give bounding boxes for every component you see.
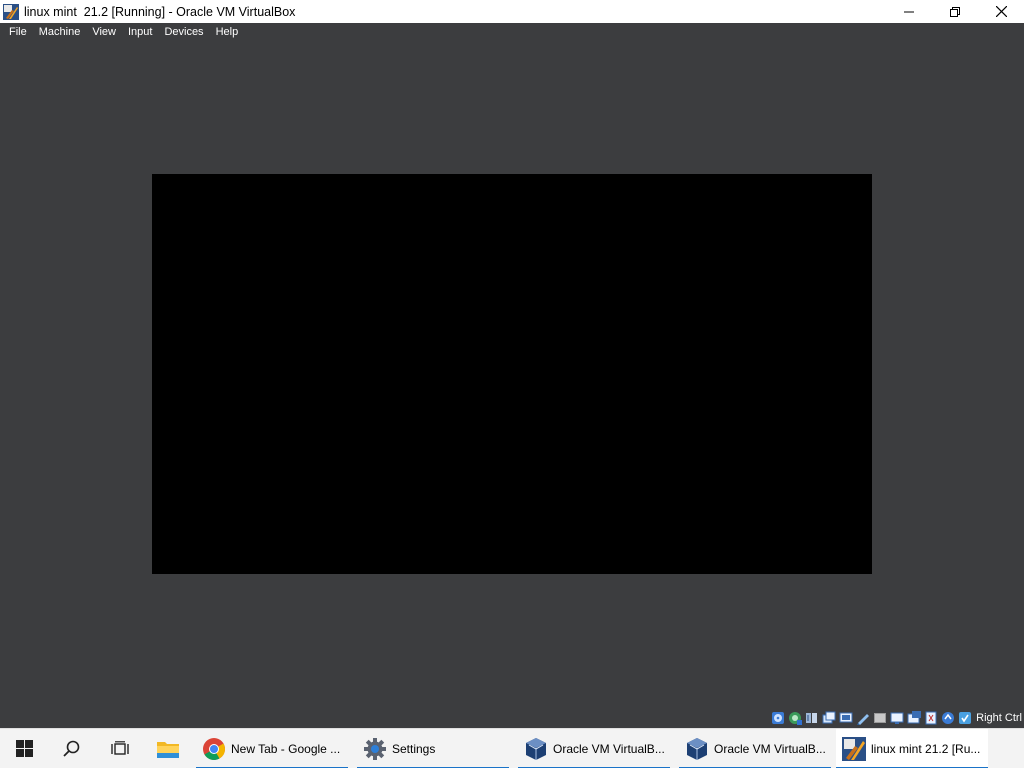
vm-status-bar: Right Ctrl (0, 707, 1024, 728)
folder-icon (157, 741, 179, 758)
start-button[interactable] (0, 729, 48, 768)
close-button[interactable] (978, 0, 1024, 23)
windows-taskbar: New Tab - Google ... Settings Oracle VM … (0, 728, 1024, 768)
close-icon (995, 6, 1007, 17)
windows-logo-icon (15, 740, 33, 757)
virtualbox-icon (524, 737, 548, 761)
taskbar-app-settings[interactable]: Settings (357, 729, 509, 768)
mouse-integration-icon[interactable] (907, 710, 922, 725)
taskbar-app-linux-mint-vm[interactable]: linux mint 21.2 [Ru... (836, 728, 988, 768)
taskbar-app-virtualbox-1[interactable]: Oracle VM VirtualB... (518, 729, 670, 768)
vm-display-area[interactable] (0, 41, 1024, 707)
host-key-icon[interactable] (958, 711, 972, 725)
network-icon[interactable] (788, 711, 803, 725)
shared-folders-icon[interactable] (822, 711, 836, 725)
search-icon (63, 740, 80, 757)
task-view-button[interactable] (96, 729, 144, 768)
menu-input[interactable]: Input (122, 23, 158, 41)
chrome-icon (202, 737, 226, 761)
task-view-icon (111, 740, 129, 755)
hard-disk-icon[interactable] (873, 711, 887, 725)
menu-view[interactable]: View (86, 23, 122, 41)
taskbar-app-label: Oracle VM VirtualB... (553, 741, 665, 756)
taskbar-app-virtualbox-2[interactable]: Oracle VM VirtualB... (679, 729, 831, 768)
minimize-button[interactable] (886, 0, 932, 23)
menu-file[interactable]: File (3, 23, 33, 41)
settings-gear-icon (363, 737, 387, 761)
vm-guest-screen[interactable] (152, 174, 872, 574)
virtualbox-vm-icon (3, 3, 19, 20)
keyboard-icon[interactable] (924, 711, 938, 725)
menu-machine[interactable]: Machine (33, 23, 87, 41)
taskbar-app-label: New Tab - Google ... (231, 741, 341, 756)
search-button[interactable] (48, 729, 96, 768)
taskbar-app-label: Oracle VM VirtualB... (714, 741, 826, 756)
menu-bar: File Machine View Input Devices Help (0, 23, 1024, 41)
virtualbox-icon (685, 737, 709, 761)
maximize-button[interactable] (932, 0, 978, 23)
menu-help[interactable]: Help (210, 23, 245, 41)
video-capture-icon[interactable] (890, 711, 904, 725)
menu-devices[interactable]: Devices (158, 23, 209, 41)
recording-icon[interactable] (856, 711, 870, 725)
optical-drive-icon[interactable] (771, 711, 785, 725)
vm-window-icon (842, 736, 866, 761)
taskbar-app-label: Settings (392, 741, 436, 756)
display-icon[interactable] (839, 711, 853, 725)
host-key-label: Right Ctrl (976, 711, 1022, 724)
window-titlebar[interactable]: linux mint 21.2 [Running] - Oracle VM Vi… (0, 0, 1024, 23)
file-explorer-button[interactable] (144, 729, 192, 768)
minimize-icon (904, 11, 914, 12)
usb-icon[interactable] (805, 711, 819, 725)
taskbar-app-chrome[interactable]: New Tab - Google ... (196, 729, 348, 768)
taskbar-app-label: linux mint 21.2 [Ru... (871, 741, 981, 756)
cpu-icon[interactable] (941, 711, 955, 725)
restore-icon (950, 6, 960, 17)
window-title: linux mint 21.2 [Running] - Oracle VM Vi… (24, 4, 296, 19)
